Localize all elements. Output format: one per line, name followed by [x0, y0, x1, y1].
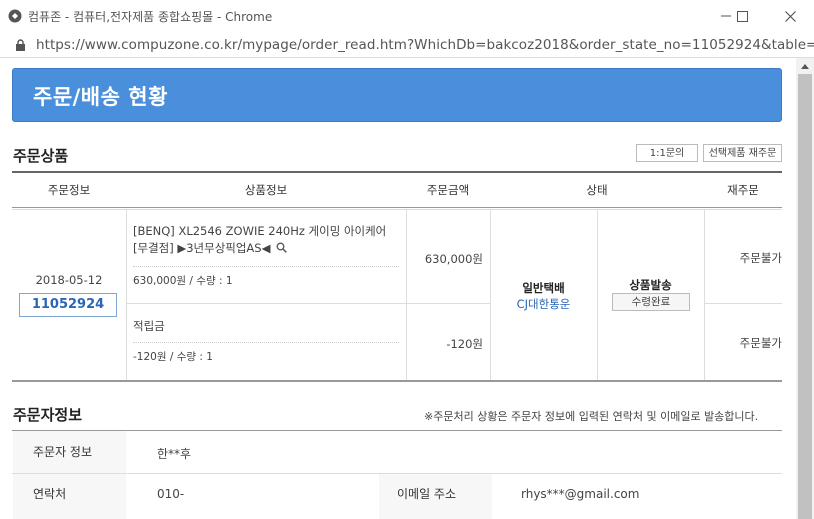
search-icon[interactable]	[276, 242, 287, 253]
window-titlebar: 컴퓨존 - 컴퓨터,전자제품 종합쇼핑몰 - Chrome	[0, 0, 814, 33]
order-number-link[interactable]: 11052924	[19, 293, 117, 317]
header-status: 상태	[586, 183, 608, 197]
contact-value: 010-	[157, 487, 185, 501]
delivery-type: 일반택배	[522, 281, 565, 295]
scroll-up-button[interactable]	[796, 58, 814, 74]
close-icon	[784, 10, 796, 22]
email-label: 이메일 주소	[379, 474, 492, 519]
product-name-line1[interactable]: [BENQ] XL2546 ZOWIE 240Hz 게이밍 아이케어	[133, 223, 386, 239]
contact-label: 연락처	[13, 474, 126, 519]
vertical-scrollbar[interactable]	[796, 58, 814, 519]
address-bar[interactable]: https://www.compuzone.co.kr/mypage/order…	[0, 32, 814, 58]
order-products-title: 주문상품	[13, 147, 69, 165]
lock-icon	[16, 39, 25, 51]
col-divider	[597, 210, 598, 380]
email-value: rhys***@gmail.com	[521, 487, 640, 501]
col-divider	[126, 210, 127, 380]
maximize-button[interactable]	[722, 0, 762, 32]
item-amount: 630,000원	[424, 252, 483, 266]
page-title: 주문/배송 현황	[33, 85, 168, 109]
info-top-border	[12, 430, 782, 431]
item-dotted-divider	[133, 266, 399, 268]
header-amount: 주문금액	[426, 183, 470, 197]
item-price-qty: 630,000원 / 수량 : 1	[133, 275, 233, 287]
table-header-border	[12, 207, 782, 208]
orderer-label: 주문자 정보	[13, 431, 126, 473]
item-dotted-divider	[133, 342, 399, 344]
received-complete-button[interactable]: 수령완료	[612, 293, 690, 311]
col-divider	[704, 210, 705, 380]
row-divider	[704, 303, 782, 304]
col-divider	[406, 210, 407, 380]
orderer-value: 한**후	[157, 447, 192, 461]
order-date: 2018-05-12	[35, 273, 103, 287]
product-name-line2-text[interactable]: [무결점] ▶3년무상픽업AS◀	[133, 241, 270, 255]
compuzone-app-icon	[8, 9, 22, 23]
row-divider	[126, 303, 490, 304]
product-name-line1: 적립금	[133, 319, 165, 333]
header-product-info: 상품정보	[244, 183, 288, 197]
orderer-notice: ※주문처리 상황은 주문자 정보에 입력된 연락처 및 이메일로 발송합니다.	[424, 410, 759, 423]
table-top-border	[12, 171, 782, 173]
orderer-info-title: 주문자정보	[13, 406, 83, 424]
close-button[interactable]	[770, 0, 810, 32]
page-banner: 주문/배송 현황	[12, 68, 782, 122]
maximize-icon	[736, 10, 748, 22]
scroll-thumb[interactable]	[798, 74, 812, 519]
product-name-line2[interactable]: [무결점] ▶3년무상픽업AS◀	[133, 240, 287, 256]
url-text[interactable]: https://www.compuzone.co.kr/mypage/order…	[36, 37, 814, 53]
table-bottom-border	[12, 380, 782, 382]
item-reorder-status: 주문불가	[739, 336, 782, 350]
item-price-qty: -120원 / 수량 : 1	[133, 351, 213, 363]
reorder-selected-button[interactable]: 선택제품 재주문	[703, 144, 782, 162]
item-amount: -120원	[446, 337, 483, 351]
window-title: 컴퓨존 - 컴퓨터,전자제품 종합쇼핑몰 - Chrome	[28, 10, 273, 24]
chevron-up-icon	[801, 63, 809, 69]
header-reorder: 재주문	[727, 183, 759, 197]
table-header-border-2	[12, 209, 782, 210]
inquiry-button[interactable]: 1:1문의	[636, 144, 698, 162]
item-reorder-status: 주문불가	[739, 251, 782, 265]
shipping-status: 상품발송	[629, 278, 672, 292]
header-order-info: 주문정보	[47, 183, 91, 197]
courier-link[interactable]: CJ대한통운	[490, 296, 597, 312]
